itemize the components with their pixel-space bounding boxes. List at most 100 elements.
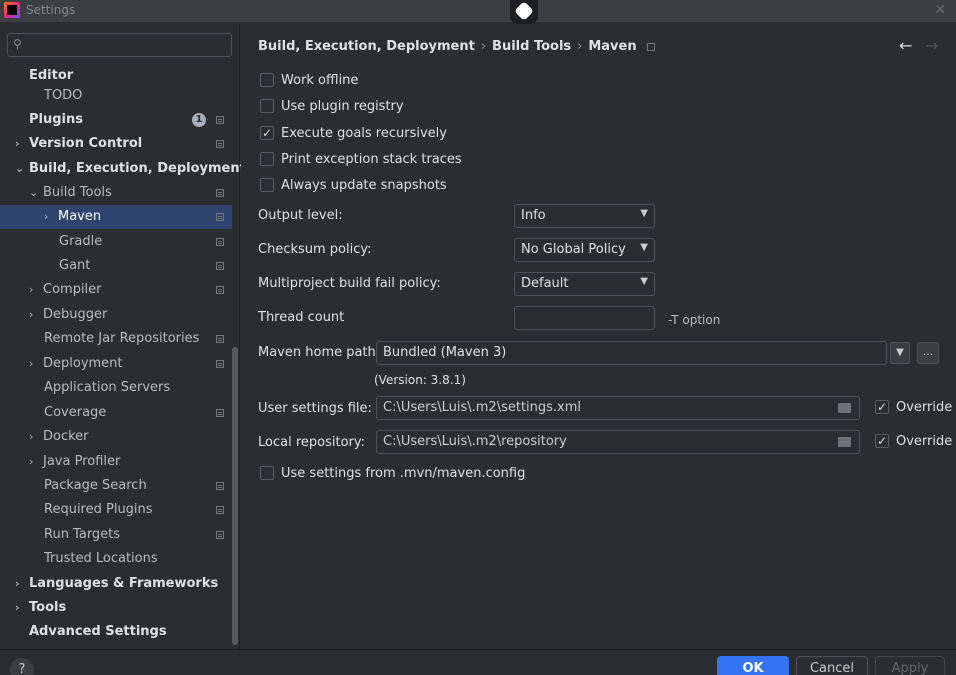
input-value: C:\Users\Luis\.m2\settings.xml (383, 400, 582, 415)
chevron-right-icon[interactable]: › (29, 278, 43, 302)
checkbox-label: Override (896, 434, 953, 449)
sidebar-item-label: Languages & Frameworks (29, 576, 219, 591)
user-settings-file-label: User settings file: (258, 401, 372, 416)
search-input[interactable] (30, 36, 225, 54)
sidebar-scrollbar[interactable] (232, 347, 238, 645)
chevron-right-icon[interactable]: › (15, 572, 29, 596)
maven-home-dropdown-button[interactable]: ▼ (890, 342, 910, 364)
sidebar-item-java-profiler[interactable]: › Java Profiler (0, 450, 232, 474)
maven-home-path-select[interactable]: Bundled (Maven 3) (376, 341, 887, 365)
checkbox-box[interactable] (260, 151, 274, 166)
print-exception-stack-traces-checkbox[interactable]: Print exception stack traces (260, 150, 462, 170)
sidebar-item-trusted-locations[interactable]: Trusted Locations (0, 547, 232, 571)
thread-count-input[interactable] (514, 306, 655, 330)
sidebar-item-remote-jar-repositories[interactable]: Remote Jar Repositories (0, 327, 232, 351)
sidebar-item-gant[interactable]: Gant (0, 254, 232, 278)
maven-home-browse-button[interactable]: ... (917, 342, 939, 364)
input-value: C:\Users\Luis\.m2\repository (383, 434, 567, 449)
chevron-down-icon[interactable]: ⌄ (29, 181, 43, 205)
sidebar-item-deployment[interactable]: › Deployment (0, 352, 232, 376)
sidebar-item-label: Tools (29, 600, 67, 615)
sidebar-item-maven[interactable]: › Maven (0, 205, 232, 229)
chevron-right-icon[interactable]: › (29, 303, 43, 327)
dropdown-arrow-icon: ▼ (640, 276, 648, 287)
output-level-select[interactable]: Info ▼ (514, 204, 655, 228)
project-scope-icon (216, 531, 224, 539)
use-plugin-registry-checkbox[interactable]: Use plugin registry (260, 97, 404, 117)
sidebar-item-todo[interactable]: TODO (0, 84, 232, 108)
maven-version-text: (Version: 3.8.1) (374, 373, 466, 387)
chevron-down-icon[interactable]: ⌄ (15, 157, 29, 181)
checkbox-label: Always update snapshots (281, 178, 447, 193)
sidebar-item-required-plugins[interactable]: Required Plugins (0, 498, 232, 522)
apply-button[interactable]: Apply (875, 656, 945, 675)
checksum-policy-select[interactable]: No Global Policy ▼ (514, 238, 655, 262)
project-scope-icon (216, 238, 224, 246)
checkbox-box[interactable] (260, 98, 274, 113)
sidebar-item-gradle[interactable]: Gradle (0, 230, 232, 254)
sidebar-item-compiler[interactable]: › Compiler (0, 278, 232, 302)
search-icon: ⚲ (13, 37, 22, 51)
project-scope-icon (216, 335, 224, 343)
project-scope-icon (216, 189, 224, 197)
work-offline-checkbox[interactable]: Work offline (260, 71, 358, 91)
checkbox-box[interactable] (260, 177, 274, 192)
use-settings-from-mvn-checkbox[interactable]: Use settings from .mvn/maven.config (260, 464, 525, 484)
help-button[interactable]: ? (10, 658, 34, 675)
breadcrumb-item[interactable]: Build, Execution, Deployment (258, 39, 475, 54)
cancel-button[interactable]: Cancel (796, 656, 868, 675)
sidebar-item-build-tools[interactable]: ⌄ Build Tools (0, 181, 232, 205)
user-settings-file-input[interactable]: C:\Users\Luis\.m2\settings.xml (376, 396, 860, 420)
checkbox-box-checked[interactable] (875, 431, 889, 451)
sidebar-item-label: Build Tools (43, 185, 112, 200)
project-scope-icon (216, 140, 224, 148)
checkbox-box[interactable] (260, 465, 274, 480)
sidebar-item-package-search[interactable]: Package Search (0, 474, 232, 498)
checkbox-label: Use plugin registry (281, 99, 404, 114)
sidebar-item-debugger[interactable]: › Debugger (0, 303, 232, 327)
chevron-right-icon[interactable]: › (15, 596, 29, 620)
multiproject-fail-policy-label: Multiproject build fail policy: (258, 276, 441, 291)
back-arrow-icon[interactable]: ← (899, 36, 912, 55)
sidebar-item-label: Coverage (44, 405, 107, 420)
sidebar-item-label: Debugger (43, 307, 108, 322)
chevron-right-icon[interactable]: › (29, 450, 43, 474)
breadcrumb-separator: › (480, 39, 487, 54)
forward-arrow-icon[interactable]: → (925, 36, 938, 55)
local-repository-override-checkbox[interactable]: Override (875, 431, 953, 452)
breadcrumb-item[interactable]: Build Tools (492, 39, 571, 54)
overlay-app-icon (510, 0, 538, 24)
sidebar-item-advanced-settings[interactable]: Advanced Settings (0, 620, 232, 644)
chevron-right-icon[interactable]: › (29, 425, 43, 449)
sidebar-item-version-control[interactable]: › Version Control (0, 132, 232, 156)
multiproject-fail-policy-select[interactable]: Default ▼ (514, 272, 655, 296)
always-update-snapshots-checkbox[interactable]: Always update snapshots (260, 176, 447, 196)
sidebar-item-tools[interactable]: › Tools (0, 596, 232, 620)
sidebar-item-label: Advanced Settings (29, 624, 167, 639)
checkbox-box[interactable] (260, 72, 274, 87)
ok-button[interactable]: OK (717, 656, 789, 675)
folder-icon[interactable] (838, 437, 851, 447)
user-settings-override-checkbox[interactable]: Override (875, 397, 952, 418)
chevron-right-icon[interactable]: › (44, 205, 58, 229)
sidebar-item-coverage[interactable]: Coverage (0, 401, 232, 425)
project-scope-icon (216, 360, 224, 368)
close-icon[interactable]: ✕ (934, 2, 946, 18)
project-scope-icon (646, 42, 655, 51)
execute-goals-recursively-checkbox[interactable]: Execute goals recursively (260, 123, 447, 144)
sidebar-item-languages-frameworks[interactable]: › Languages & Frameworks (0, 572, 232, 596)
local-repository-input[interactable]: C:\Users\Luis\.m2\repository (376, 430, 860, 454)
sidebar-item-docker[interactable]: › Docker (0, 425, 232, 449)
chevron-right-icon[interactable]: › (29, 352, 43, 376)
chevron-right-icon[interactable]: › (15, 132, 29, 156)
sidebar-item-plugins[interactable]: Plugins 1 (0, 108, 232, 132)
checkbox-box-checked[interactable] (260, 123, 274, 143)
sidebar-item-build-execution-deployment[interactable]: ⌄ Build, Execution, Deployment (0, 157, 246, 181)
sidebar-item-run-targets[interactable]: Run Targets (0, 523, 232, 547)
settings-window: Settings ✕ ⚲ Editor TODO Plugins 1 › Versi… (0, 0, 956, 675)
sidebar-item-application-servers[interactable]: Application Servers (0, 376, 232, 400)
checkbox-box-checked[interactable] (875, 397, 889, 417)
sidebar-item-label: Maven (58, 209, 102, 224)
folder-icon[interactable] (838, 403, 851, 413)
settings-search[interactable]: ⚲ (7, 33, 232, 57)
